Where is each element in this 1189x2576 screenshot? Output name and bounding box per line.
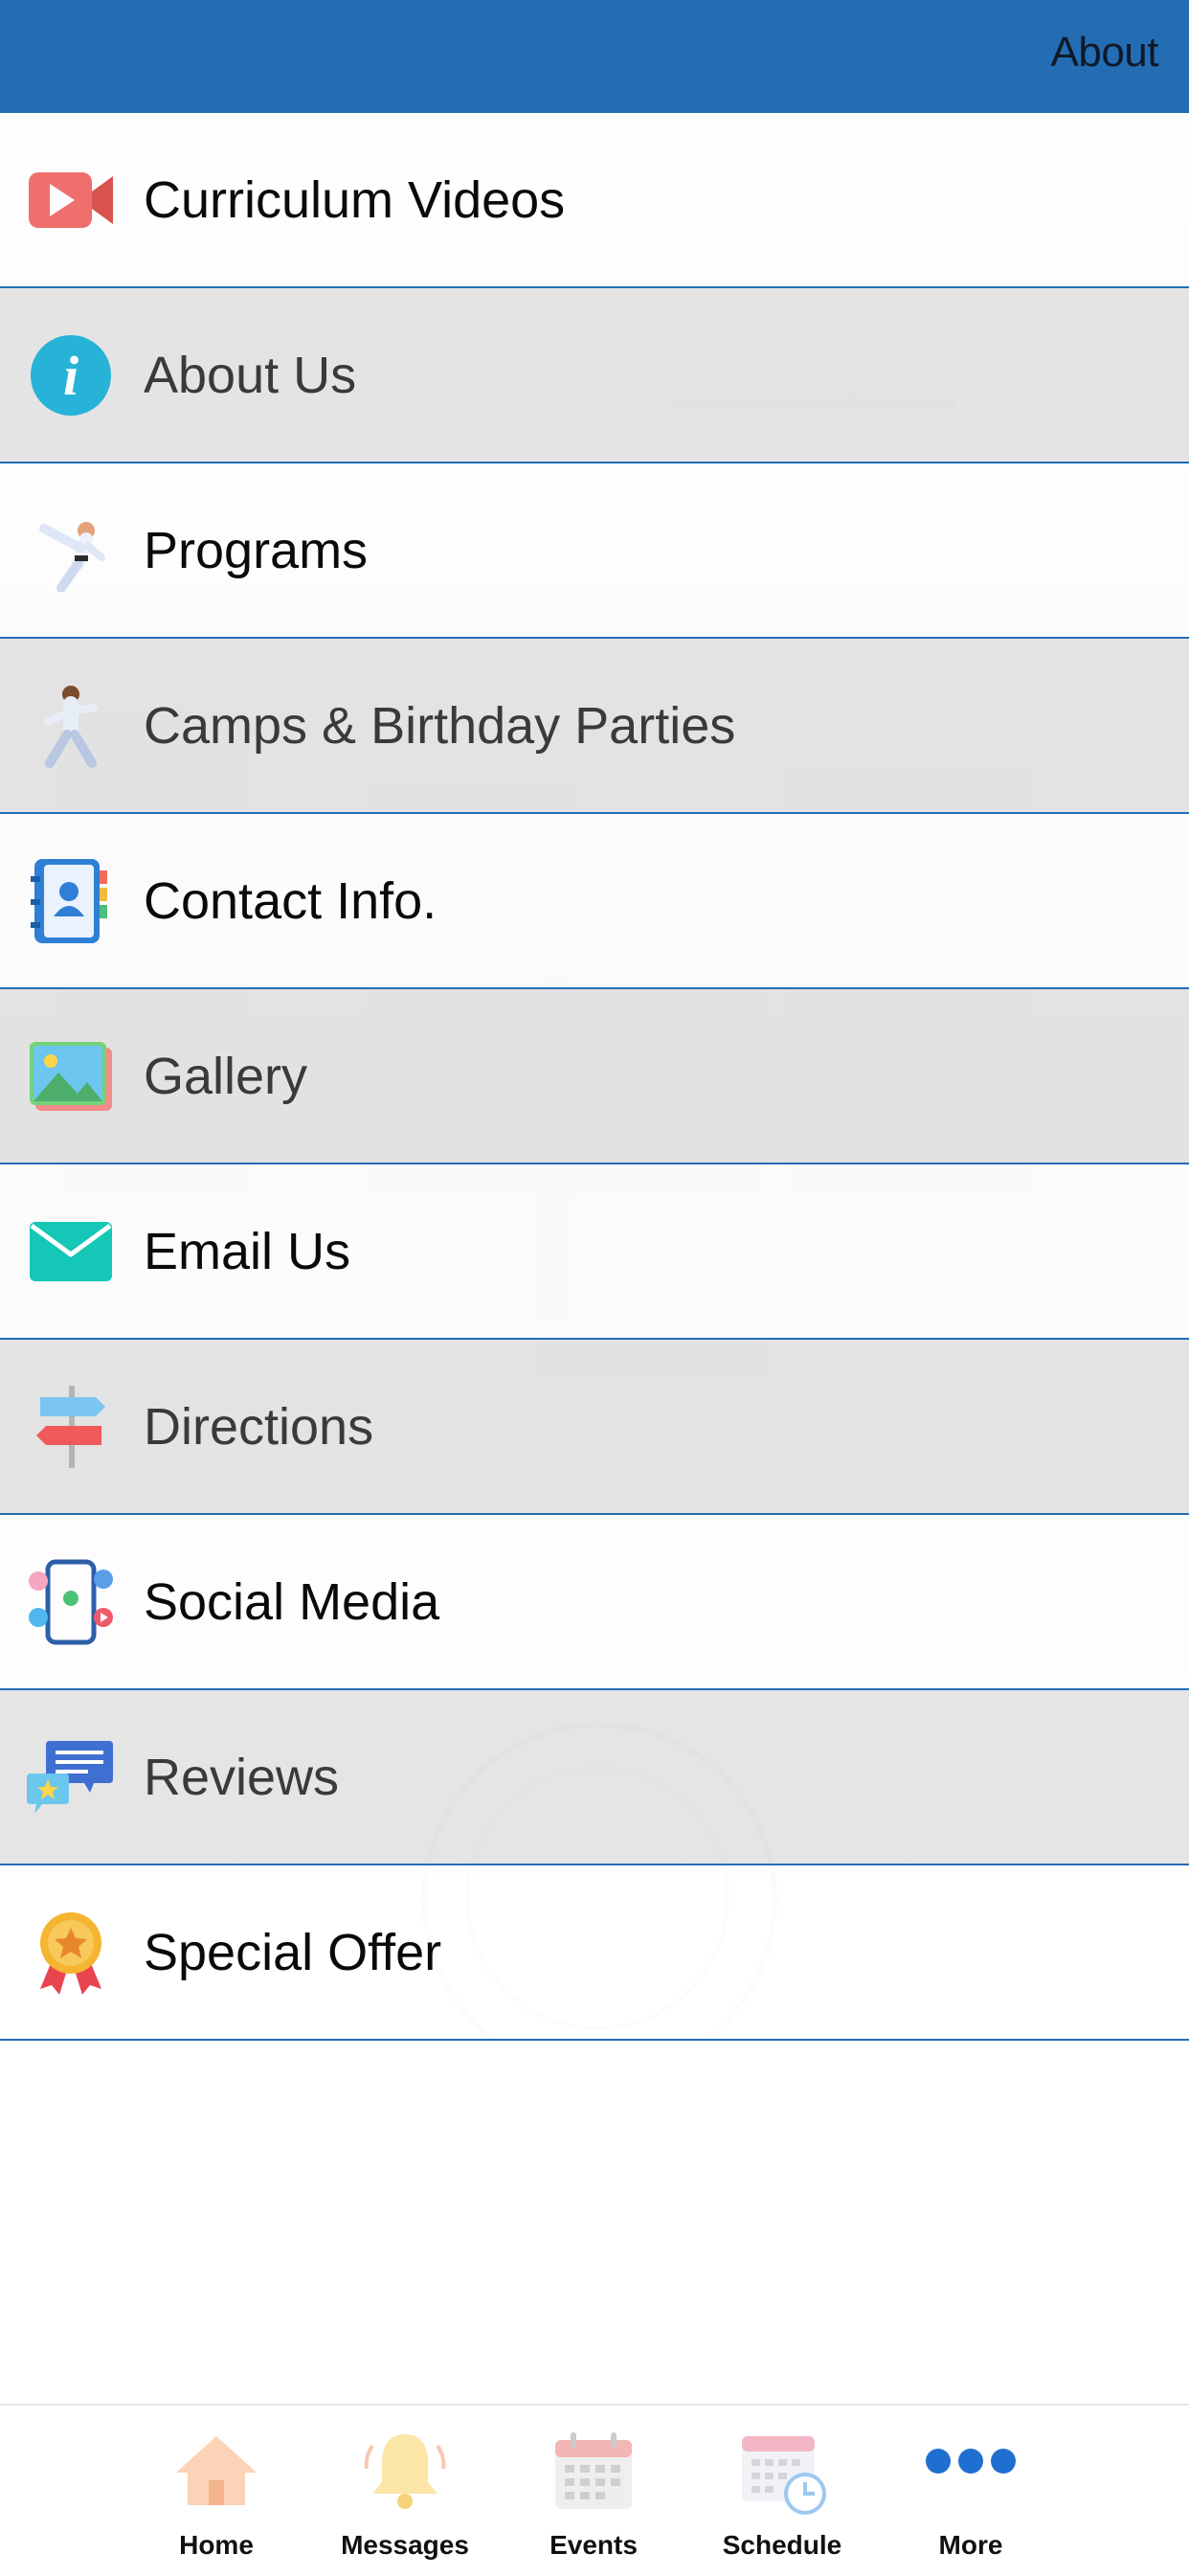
- menu-item-label: Curriculum Videos: [144, 170, 566, 229]
- bell-icon: [357, 2423, 453, 2519]
- tab-label: Events: [550, 2530, 638, 2560]
- martial-arts-stance-icon: [27, 682, 115, 770]
- tab-schedule[interactable]: Schedule: [688, 2423, 876, 2566]
- menu-item-label: Gallery: [144, 1047, 308, 1105]
- calendar-icon: [546, 2423, 641, 2519]
- bottom-tab-bar: Home Messages Events Schedule More: [0, 2404, 1189, 2576]
- tab-label: Schedule: [722, 2530, 842, 2560]
- menu-item-special-offer[interactable]: Special Offer: [0, 1865, 1189, 2041]
- menu-item-label: Programs: [144, 521, 369, 579]
- tab-label: Home: [179, 2530, 254, 2560]
- menu-item-label: Directions: [144, 1397, 374, 1456]
- menu-item-email-us[interactable]: Email Us: [0, 1164, 1189, 1340]
- menu-item-label: Special Offer: [144, 1923, 442, 1981]
- menu-item-label: Social Media: [144, 1572, 440, 1631]
- menu-item-programs[interactable]: Programs: [0, 463, 1189, 639]
- calendar-clock-icon: [734, 2423, 830, 2519]
- menu-item-directions[interactable]: Directions: [0, 1340, 1189, 1515]
- menu-item-social-media[interactable]: Social Media: [0, 1515, 1189, 1690]
- reviews-chat-icon: [27, 1733, 115, 1821]
- gallery-icon: [27, 1032, 115, 1120]
- video-camera-icon: [27, 156, 115, 244]
- menu-item-label: About Us: [144, 346, 357, 404]
- menu-item-label: Email Us: [144, 1222, 351, 1280]
- info-icon: i: [27, 331, 115, 419]
- more-dots-icon: [923, 2423, 1019, 2519]
- menu-item-label: Reviews: [144, 1748, 340, 1806]
- more-menu: Curriculum Videos i About Us Programs Ca…: [0, 113, 1189, 2041]
- tab-label: More: [938, 2530, 1003, 2560]
- header-title: About: [1050, 29, 1159, 76]
- menu-item-gallery[interactable]: Gallery: [0, 989, 1189, 1164]
- menu-item-label: Camps & Birthday Parties: [144, 696, 736, 755]
- tab-events[interactable]: Events: [500, 2423, 687, 2566]
- menu-item-contact-info[interactable]: Contact Info.: [0, 814, 1189, 989]
- menu-item-reviews[interactable]: Reviews: [0, 1690, 1189, 1865]
- tab-label: Messages: [341, 2530, 469, 2560]
- award-medal-icon: [27, 1909, 115, 1997]
- app-header: About: [0, 0, 1189, 113]
- tab-more[interactable]: More: [877, 2423, 1065, 2566]
- signpost-icon: [27, 1383, 115, 1471]
- menu-item-curriculum-videos[interactable]: Curriculum Videos: [0, 113, 1189, 288]
- menu-item-camps-birthday-parties[interactable]: Camps & Birthday Parties: [0, 639, 1189, 814]
- svg-text:i: i: [63, 345, 79, 407]
- home-icon: [168, 2423, 264, 2519]
- tab-home[interactable]: Home: [123, 2423, 310, 2566]
- menu-item-about-us[interactable]: i About Us: [0, 288, 1189, 463]
- menu-item-label: Contact Info.: [144, 871, 437, 930]
- envelope-icon: [27, 1208, 115, 1296]
- martial-arts-kick-icon: [27, 507, 115, 595]
- contact-book-icon: [27, 857, 115, 945]
- social-media-phone-icon: [27, 1558, 115, 1646]
- tab-messages[interactable]: Messages: [311, 2423, 499, 2566]
